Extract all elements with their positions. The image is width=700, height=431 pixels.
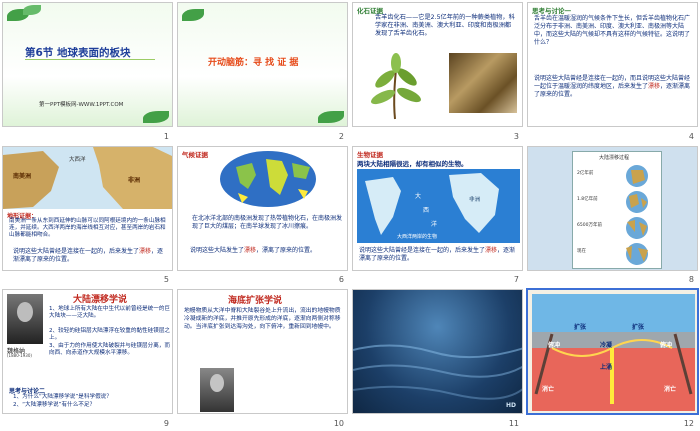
portrait-photo [200,368,234,413]
slide-1: 第6节 地球表面的板块 第一PPT模板网-WWW.1PPT.COM [2,2,173,127]
stage-label: 现在 [577,248,586,254]
slide-title: 第6节 地球表面的板块 [25,47,131,59]
leaf-decoration [23,5,41,15]
slide-conclusion: 说明这些大陆曾经是连接在一起的，后来发生了漂移，逐渐漂离了原来的位置。 [13,247,164,263]
fossil-rock-photo [449,53,517,113]
fern-fossil-photo [371,53,421,120]
slide-number: 8 [688,275,694,285]
diagram-label: 扩张 [632,324,645,332]
slide-thumbnail-3[interactable]: 化石证据 舌羊齿化石——它是2.5亿年前的一种蕨类植物，科学家在非洲、南美洲、澳… [350,0,525,144]
map-label: 大西洋 [69,156,86,163]
leaf-decoration [182,9,204,21]
slide-2: 开动脑筋：寻 找 证 据 [177,2,348,127]
slide-number: 11 [508,418,519,428]
diagram-label: 俯冲 [660,342,673,350]
slide-question: 舌羊齿在温暖湿润的气候条件下生长，但舌羊齿植物化石广泛分布于非洲、南美洲、印度、… [534,15,691,46]
slide-number: 3 [513,131,519,141]
slide-thumbnail-5[interactable]: 大西洋 南美洲 非洲 地形证据： 南美洲一条从东到西延伸的山脉可以同阿根廷境内的… [0,144,175,288]
discussion-question: 1、为什么“大陆漂移学说”是科学假说？ [13,394,112,401]
slide-thumbnail-6[interactable]: 气候证据 在北冰洋北部的南极洲发现了热带植物化石，在南极洲发现了巨大的煤层；在南… [175,144,350,288]
theory-point: 1、地球上所有大陆在中生代以前曾经是统一的巨大陆块——泛大陆。 [49,306,171,320]
slide-10: 海底扩张学说 地幔物质从大洋中脊和大陆裂谷处上升流出，流出的地幔物质冷凝成新的洋… [177,289,348,415]
map-label: 南美洲 [13,172,32,180]
slide-3: 化石证据 舌羊齿化石——它是2.5亿年前的一种蕨类植物，科学家在非洲、南美洲、澳… [352,2,523,127]
diagram-title: 大陆漂移过程 [599,154,630,161]
slide-sorter-grid: 第6节 地球表面的板块 第一PPT模板网-WWW.1PPT.COM 1 开动脑筋… [0,0,700,431]
seafloor-spreading-diagram [532,294,695,412]
slide-answer: 说明这些大陆曾经是连接在一起的，而且说明这些大陆曾经一起位于温暖湿润的纬度地区，… [534,75,691,98]
slide-7: 生物证据 两块大陆相隔很远，却有相似的生物。 大 西 洋 非洲 大西洋两岸的生物… [352,145,523,271]
stage-label: 1.8亿年前 [577,196,598,202]
map-label: 洋 [431,220,438,228]
world-map [220,150,316,207]
slide-thumbnail-9[interactable]: 魏格纳 (1880-1930) 大陆漂移学说 1、地球上所有大陆在中生代以前曾经… [0,287,175,431]
slide-thumbnail-7[interactable]: 生物证据 两块大陆相隔很远，却有相似的生物。 大 西 洋 非洲 大西洋两岸的生物… [350,144,525,288]
slide-text: 舌羊齿化石——它是2.5亿年前的一种蕨类植物，科学家在非洲、南美洲、澳大利亚、印… [375,14,515,38]
map-label: 非洲 [128,176,141,184]
slide-9: 魏格纳 (1880-1930) 大陆漂移学说 1、地球上所有大陆在中生代以前曾经… [2,289,173,415]
slide-title: 大陆漂移学说 [73,295,128,306]
slide-number: 4 [688,131,694,141]
slide-number: 1 [163,131,169,141]
slide-number: 7 [513,275,519,285]
drift-diagram: 大陆漂移过程 2亿年前 1.8亿年前 6500万年前 现在 [572,150,662,269]
slide-text: 在北冰洋北部的南极洲发现了热带植物化石，在南极洲发现了巨大的煤层；在南半球发现了… [192,214,343,230]
map-label: 大 [415,192,422,200]
leaf-decoration [318,111,344,123]
slide-thumbnail-1[interactable]: 第6节 地球表面的板块 第一PPT模板网-WWW.1PPT.COM 1 [0,0,175,144]
map-label: 西 [423,206,430,214]
slide-title: 开动脑筋：寻 找 证 据 [208,58,299,68]
slide-number: 2 [338,131,344,141]
slide-footer: 第一PPT模板网-WWW.1PPT.COM [39,102,124,108]
slide-thumbnail-2[interactable]: 开动脑筋：寻 找 证 据 2 [175,0,350,144]
slide-6: 气候证据 在北冰洋北部的南极洲发现了热带植物化石，在南极洲发现了巨大的煤层；在南… [177,145,348,271]
slide-heading: 两块大陆相隔很远，却有相似的生物。 [357,159,468,168]
map-label: 非洲 [469,196,481,203]
slide-conclusion: 说明这些大陆发生了漂移，漂离了原来的位置。 [190,246,317,254]
slide-text: 地幔物质从大洋中脊和大陆裂谷处上升流出，流出的地幔物质冷凝成新的洋底，并推开原先… [184,308,341,330]
slide-thumbnail-10[interactable]: 海底扩张学说 地幔物质从大洋中脊和大陆裂谷处上升流出，流出的地幔物质冷凝成新的洋… [175,287,350,431]
diagram-label: 消亡 [664,386,677,394]
slide-thumbnail-4[interactable]: 思考与讨论一 舌羊齿在温暖湿润的气候条件下生长，但舌羊齿植物化石广泛分布于非洲、… [525,0,700,144]
diagram-label: 俯冲 [548,342,561,350]
slide-title: 海底扩张学说 [228,296,283,307]
slide-conclusion: 说明这些大陆曾经是连接在一起的，后来发生了漂移，逐渐漂离了原来的位置。 [359,246,516,262]
theory-point: 3、由于力的作用使大陆破裂并与硅镁层分离，而向西、向赤道作大规模水平漂移。 [49,343,171,357]
map-caption: 大西洋两岸的生物 [397,233,438,240]
slide-number: 5 [163,275,169,285]
continent-map: 大西洋 南美洲 非洲 [3,146,172,209]
leaf-decoration [143,111,169,123]
slide-thumbnail-8[interactable]: 大陆漂移过程 2亿年前 1.8亿年前 6500万年前 现在 8 [525,144,700,288]
stage-label: 2亿年前 [577,170,594,176]
slide-tag: 气候证据 [182,150,208,159]
slide-number: 9 [163,418,169,428]
portrait-photo [7,294,43,345]
slide-4: 思考与讨论一 舌羊齿在温暖湿润的气候条件下生长，但舌羊齿植物化石广泛分布于非洲、… [527,2,698,127]
slide-5: 大西洋 南美洲 非洲 地形证据： 南美洲一条从东到西延伸的山脉可以同阿根廷境内的… [2,145,173,271]
slide-12: 扩张 扩张 冷凝 上涌 俯冲 俯冲 消亡 消亡 [526,288,699,416]
person-years: (1880-1930) [7,353,32,359]
discussion-question: 2、“大陆漂移学说”有什么不足？ [13,402,96,409]
diagram-label: 扩张 [574,324,587,332]
slide-number: 6 [338,275,344,285]
slide-text: 南美洲一条从东到西延伸的山脉可以同阿根廷境内的一条山脉相连，并延续。大西洋两岸的… [9,217,166,239]
title-underline [25,59,155,60]
slide-8: 大陆漂移过程 2亿年前 1.8亿年前 6500万年前 现在 [527,145,698,271]
stage-label: 6500万年前 [577,222,602,228]
slide-number: 10 [333,418,344,428]
ocean-map: 大 西 洋 非洲 大西洋两岸的生物 [357,168,520,243]
ocean-video-frame [353,344,522,400]
theory-point: 2、较轻的硅铝层大陆漂浮在较重的黏性硅镁层之上。 [49,328,171,342]
slide-thumbnail-11[interactable]: HD 11 [350,287,525,431]
slide-thumbnail-12[interactable]: 扩张 扩张 冷凝 上涌 俯冲 俯冲 消亡 消亡 12 [525,287,700,431]
slide-11: HD [352,289,523,415]
slide-number: 12 [683,418,694,428]
slide-tag: 思考与讨论一 [532,7,571,15]
diagram-label: 消亡 [542,386,555,394]
diagram-label: 冷凝 [600,342,613,350]
diagram-label: 上涌 [600,364,613,372]
hd-badge: HD [505,402,516,410]
